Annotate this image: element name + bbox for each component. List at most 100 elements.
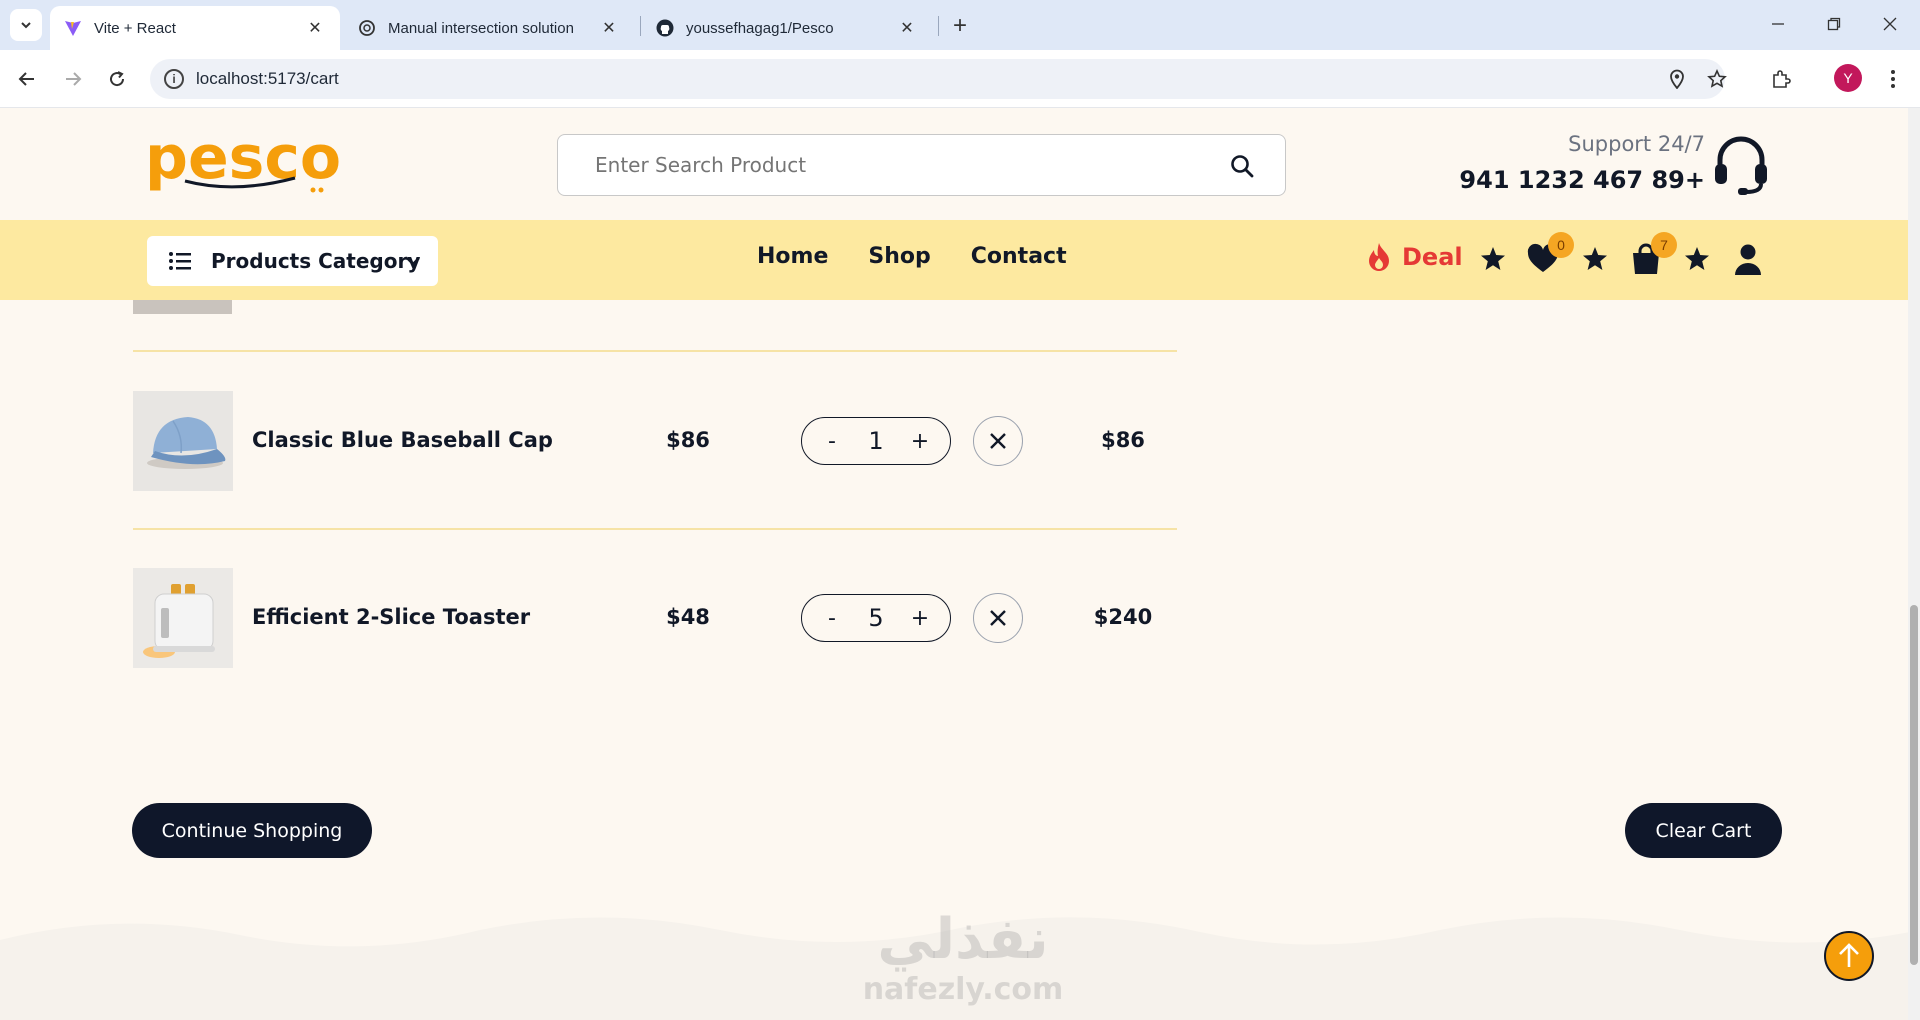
chevron-down-icon [21, 22, 31, 29]
product-subtotal: $86 [1101, 428, 1145, 452]
more-vertical-icon [1891, 70, 1895, 88]
profile-avatar[interactable]: Y [1834, 64, 1862, 92]
quantity-value: 5 [868, 604, 884, 632]
deal-label: Deal [1402, 243, 1463, 271]
nav-link-contact[interactable]: Contact [971, 244, 1067, 269]
close-icon [990, 610, 1006, 626]
watermark: نفذلي nafezly.com [858, 907, 1068, 1008]
cart-row: Efficient 2-Slice Toaster $48 - 5 + $240 [133, 568, 1177, 668]
increase-quantity-button[interactable]: + [910, 606, 930, 631]
close-icon [1883, 17, 1897, 31]
quantity-stepper: - 5 + [801, 594, 951, 642]
cart-count-badge: 7 [1651, 232, 1677, 258]
close-icon[interactable]: ✕ [598, 17, 620, 39]
back-button[interactable] [10, 62, 44, 96]
category-label: Products Category [211, 249, 421, 273]
clear-cart-button[interactable]: Clear Cart [1625, 803, 1782, 858]
product-thumbnail[interactable] [133, 391, 233, 491]
close-icon[interactable]: ✕ [304, 17, 326, 39]
wishlist-count-badge: 0 [1548, 232, 1574, 258]
cart-row: Classic Blue Baseball Cap $86 - 1 + $86 [133, 391, 1177, 491]
restore-button[interactable] [1814, 8, 1854, 40]
star-outline-icon [1707, 69, 1727, 88]
nav-link-shop[interactable]: Shop [868, 244, 930, 269]
github-icon [656, 19, 674, 37]
tab-title: youssefhagag1/Pesco [686, 19, 834, 37]
list-icon [169, 252, 191, 270]
arrow-left-icon [18, 72, 34, 86]
increase-quantity-button[interactable]: + [910, 429, 930, 454]
browser-tabbar: Vite + React ✕ Manual intersection solut… [0, 0, 1920, 50]
tab-manual-intersection[interactable]: Manual intersection solution ✕ [344, 6, 634, 50]
quantity-value: 1 [868, 427, 884, 455]
extensions-button[interactable] [1764, 62, 1798, 96]
minimize-icon [1772, 23, 1784, 25]
location-pin-icon [1670, 69, 1684, 89]
search-field[interactable] [557, 134, 1286, 196]
close-icon [990, 433, 1006, 449]
product-thumbnail[interactable] [133, 568, 233, 668]
flame-icon [1369, 243, 1389, 271]
new-tab-button[interactable]: + [946, 12, 974, 40]
products-category-dropdown[interactable]: Products Category [147, 236, 438, 286]
arrow-right-icon [66, 72, 82, 86]
product-name[interactable]: Efficient 2-Slice Toaster [252, 605, 530, 629]
star-icon [1481, 247, 1505, 270]
pesco-logo[interactable]: pesco [145, 123, 345, 196]
product-price: $86 [666, 428, 710, 452]
restore-icon [1827, 17, 1841, 31]
page-scrollbar[interactable] [1908, 108, 1920, 1020]
url-field[interactable]: i localhost:5173/cart [150, 59, 1725, 99]
continue-shopping-button[interactable]: Continue Shopping [132, 803, 372, 858]
star-icon [1583, 247, 1607, 270]
star-icon [1685, 247, 1709, 270]
decrease-quantity-button[interactable]: - [822, 606, 842, 631]
quantity-stepper: - 1 + [801, 417, 951, 465]
remove-item-button[interactable] [973, 416, 1023, 466]
decrease-quantity-button[interactable]: - [822, 429, 842, 454]
headset-icon [1715, 136, 1767, 195]
close-icon[interactable]: ✕ [896, 17, 918, 39]
forward-button[interactable] [56, 62, 90, 96]
address-bar: i localhost:5173/cart Y [0, 50, 1920, 108]
nav-links: Home Shop Contact [757, 244, 1067, 269]
toaster-image [133, 568, 233, 668]
close-window-button[interactable] [1870, 8, 1910, 40]
bookmark-button[interactable] [1700, 62, 1734, 96]
tab-title: Vite + React [94, 19, 176, 37]
tab-vite-react[interactable]: Vite + React ✕ [50, 6, 340, 50]
watermark-arabic: نفذلي [877, 907, 1049, 972]
account-button[interactable] [1731, 242, 1765, 276]
wishlist-button[interactable]: 0 [1526, 232, 1574, 276]
scroll-to-top-button[interactable] [1824, 931, 1874, 981]
reload-button[interactable] [100, 62, 134, 96]
svg-text:pesco: pesco [145, 126, 341, 193]
row-divider [133, 350, 1177, 352]
tab-separator [640, 16, 641, 36]
puzzle-icon [1773, 70, 1791, 88]
scrollbar-thumb[interactable] [1910, 605, 1918, 965]
product-subtotal: $240 [1093, 605, 1153, 629]
minimize-button[interactable] [1758, 8, 1798, 40]
reload-icon [110, 71, 125, 87]
search-input[interactable] [595, 153, 1195, 177]
product-price: $48 [666, 605, 710, 629]
watermark-latin: nafezly.com [862, 972, 1064, 1007]
tab-github-pesco[interactable]: youssefhagag1/Pesco ✕ [642, 6, 932, 50]
openai-icon [358, 19, 376, 37]
arrow-up-icon [1839, 943, 1859, 967]
main-nav: Products Category Home Shop Contact Deal… [0, 220, 1920, 300]
deal-link[interactable]: Deal [1366, 242, 1463, 272]
browser-menu-button[interactable] [1876, 62, 1910, 96]
remove-item-button[interactable] [973, 593, 1023, 643]
location-button[interactable] [1660, 62, 1694, 96]
cart-button[interactable]: 7 [1629, 232, 1677, 276]
support-phone: 941 1232 467 89+ [1459, 166, 1705, 194]
tab-title: Manual intersection solution [388, 19, 574, 37]
search-icon[interactable] [1229, 153, 1255, 179]
nav-link-home[interactable]: Home [757, 244, 828, 269]
info-icon[interactable]: i [164, 69, 184, 89]
tab-search-button[interactable] [10, 9, 42, 41]
product-name[interactable]: Classic Blue Baseball Cap [252, 428, 553, 452]
row-divider [133, 528, 1177, 530]
